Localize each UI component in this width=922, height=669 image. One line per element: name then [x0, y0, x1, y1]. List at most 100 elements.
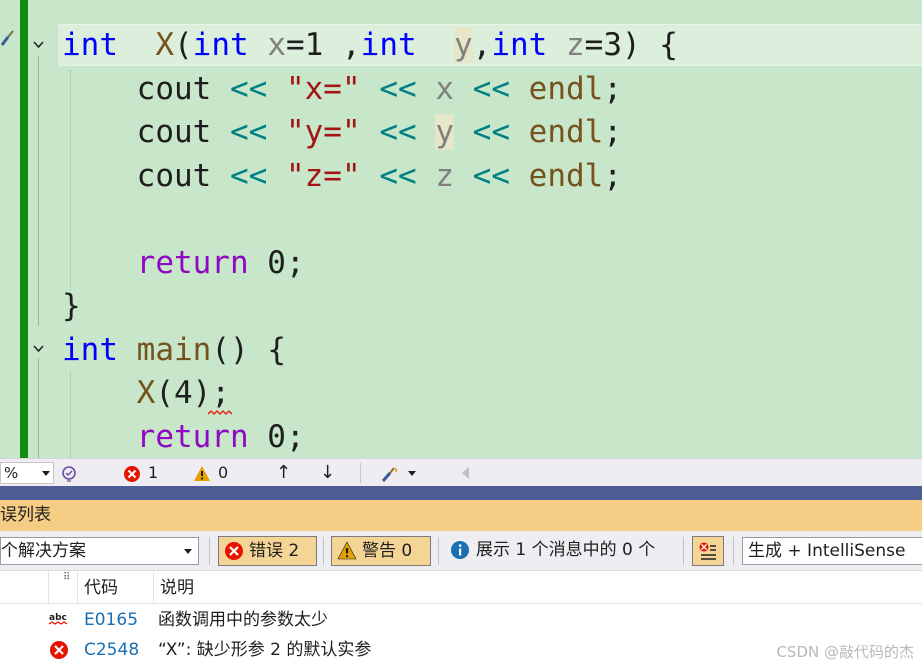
cleanup-dropdown-chevron-icon[interactable]: [408, 471, 416, 476]
warning-count-icon[interactable]: [193, 465, 211, 483]
previous-issue-button[interactable]: ↑: [276, 463, 291, 483]
error-code[interactable]: C2548: [84, 635, 139, 665]
code-token: return: [136, 418, 249, 455]
editor-status-bar: % 1 0 ↑ ↓: [0, 458, 922, 486]
code-token: ,: [472, 27, 492, 63]
code-token: }: [62, 288, 81, 324]
error-list-toolbar: 个解决方案 错误 2 警告 0 展示 1 个消息中的 0 个 生成 + Inte…: [0, 531, 922, 571]
zoom-value: %: [4, 464, 19, 482]
code-token: cout: [62, 70, 230, 107]
error-description: 函数调用中的参数太少: [158, 610, 328, 630]
filter-list-icon: [699, 542, 716, 560]
code-token: X: [136, 375, 156, 411]
code-token: <<: [472, 114, 510, 150]
code-line[interactable]: return 0;: [62, 241, 305, 285]
code-token: cout: [62, 114, 230, 150]
code-line[interactable]: cout << "x=" << x << endl;: [62, 67, 622, 111]
build-filter-select[interactable]: 生成 + IntelliSense: [742, 537, 922, 565]
panel-splitter[interactable]: [0, 486, 922, 500]
code-token: y: [453, 27, 473, 63]
code-token: main: [136, 331, 212, 368]
scroll-left-icon[interactable]: [462, 467, 469, 479]
editor-margin: [0, 0, 20, 458]
error-squiggle: [208, 410, 232, 415]
code-token: int: [192, 27, 249, 63]
health-check-icon[interactable]: [60, 465, 78, 483]
code-line[interactable]: int X(int x=1 ,int y,int z=3) {: [62, 23, 678, 67]
code-line[interactable]: X(4);: [62, 371, 230, 415]
error-icon: [50, 641, 68, 659]
toolbar-divider: [323, 537, 324, 565]
status-divider: [360, 463, 361, 483]
error-description: “X”: 缺少形参 2 的默认实参: [158, 640, 372, 660]
code-line[interactable]: cout << "y=" << y << endl;: [62, 110, 622, 154]
code-token: int: [62, 331, 118, 368]
chevron-down-icon: [184, 549, 192, 554]
code-line[interactable]: return 0;: [62, 415, 305, 459]
error-count-icon[interactable]: [123, 465, 141, 483]
code-cleanup-brush-icon[interactable]: [380, 465, 402, 483]
code-token: "z=": [285, 157, 361, 194]
code-token: 0;: [248, 418, 305, 455]
code-token: <<: [229, 70, 268, 107]
warnings-filter-label: 警告 0: [362, 541, 413, 561]
collapse-function-main-icon[interactable]: [32, 342, 45, 355]
code-token: 0;: [248, 244, 305, 281]
code-token: =3) {: [584, 27, 678, 63]
column-header-suppress[interactable]: ⠿: [48, 572, 76, 604]
errors-filter-button[interactable]: 错误 2: [218, 536, 317, 566]
code-editor[interactable]: int X(int x=1 ,int y,int z=3) { cout << …: [0, 0, 922, 458]
next-issue-button[interactable]: ↓: [320, 463, 335, 483]
messages-filter-label: 展示 1 个消息中的 0 个: [476, 540, 656, 560]
quick-action-brush-icon[interactable]: [0, 27, 16, 47]
panel-title: 误列表: [0, 505, 51, 525]
code-line[interactable]: int main() {: [62, 328, 286, 372]
error-table-header: ⠿ 代码 说明: [0, 572, 922, 604]
code-token: z: [547, 27, 585, 63]
code-line[interactable]: }: [62, 284, 81, 328]
code-token: x: [435, 70, 454, 107]
column-header-description[interactable]: 说明: [153, 572, 922, 604]
zoom-select[interactable]: %: [0, 462, 54, 484]
code-token: (: [174, 27, 193, 63]
collapse-function-x-icon[interactable]: [32, 38, 45, 51]
info-icon: [451, 541, 469, 559]
spell-check-icon: abc: [48, 613, 68, 625]
scope-select-value: 个解决方案: [1, 541, 86, 561]
code-token: endl: [528, 70, 604, 107]
code-token: () {: [211, 331, 286, 368]
table-row[interactable]: abc E0165 函数调用中的参数太少: [0, 605, 922, 635]
code-token: endl: [528, 157, 604, 194]
code-token: <<: [379, 157, 417, 194]
code-token: ;: [603, 114, 622, 150]
messages-filter-button[interactable]: 展示 1 个消息中的 0 个: [446, 536, 655, 566]
fold-scope-line: [38, 358, 39, 458]
code-token: <<: [472, 157, 510, 194]
error-code[interactable]: E0165: [84, 605, 138, 635]
code-token: endl: [528, 114, 604, 150]
code-token: int: [491, 27, 548, 63]
column-header-empty[interactable]: [0, 572, 48, 604]
code-line[interactable]: cout << "z=" << z << endl;: [62, 154, 622, 198]
filter-current-document-button[interactable]: [692, 536, 724, 566]
warnings-filter-button[interactable]: 警告 0: [331, 536, 431, 566]
column-header-code[interactable]: 代码: [77, 572, 153, 604]
code-token: X: [155, 27, 174, 63]
scope-select[interactable]: 个解决方案: [0, 537, 199, 565]
code-token: "x=": [285, 70, 361, 107]
code-token: z: [435, 157, 454, 194]
code-token: =1 ,: [286, 27, 361, 63]
code-token: ;: [603, 157, 622, 194]
